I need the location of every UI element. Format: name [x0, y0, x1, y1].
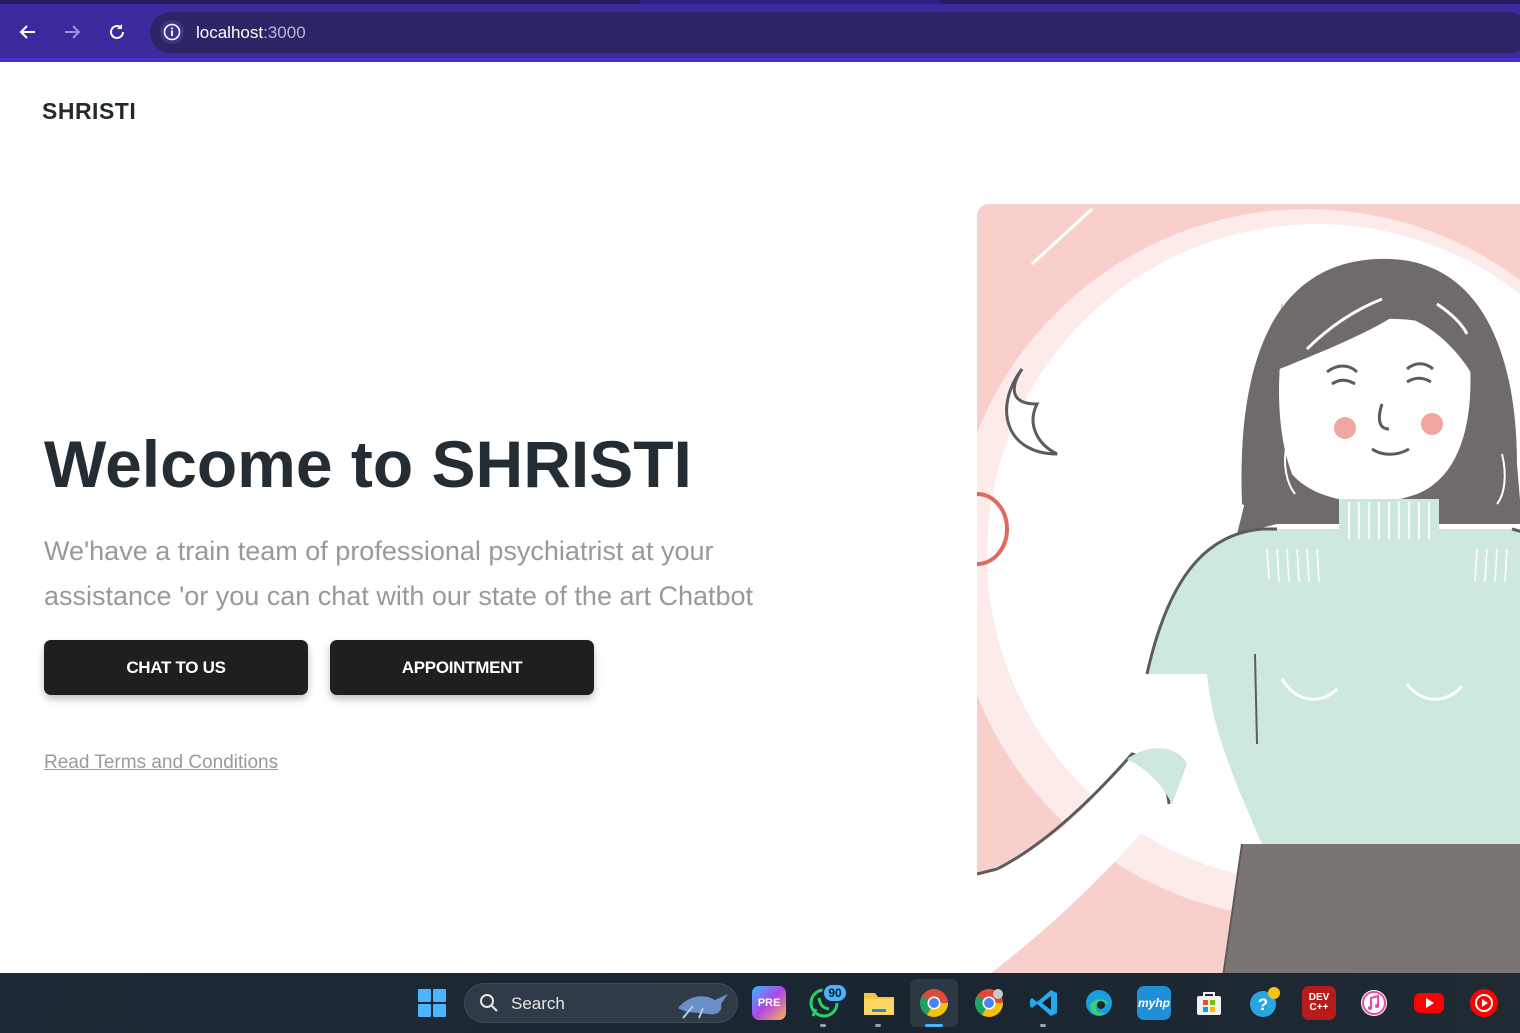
running-indicator — [875, 1024, 881, 1027]
edge-icon[interactable] — [1082, 986, 1116, 1020]
hero-title: Welcome to SHRISTI — [44, 427, 692, 501]
taskbar-search[interactable]: Search — [464, 983, 738, 1023]
address-bar[interactable]: localhost:3000 — [150, 12, 1520, 53]
url-host: localhost — [196, 23, 264, 42]
windows-start-icon[interactable] — [418, 989, 446, 1017]
hero-illustration — [977, 204, 1520, 973]
copilot-icon[interactable]: PRE — [752, 986, 786, 1020]
chat-to-us-button[interactable]: CHAT TO US — [44, 640, 308, 695]
search-highlight-bird-icon — [678, 994, 728, 1019]
devcpp-icon[interactable]: DEV C++ — [1302, 986, 1336, 1020]
site-info-icon[interactable] — [160, 20, 184, 44]
reload-icon — [110, 24, 124, 39]
file-explorer-icon[interactable] — [862, 986, 896, 1020]
youtube-icon[interactable] — [1412, 986, 1446, 1020]
windows-taskbar: Search PRE 90 myhp ? DEV C++ — [0, 973, 1520, 1033]
chrome-icon[interactable] — [917, 986, 951, 1020]
itunes-icon[interactable] — [1357, 986, 1391, 1020]
appointment-button[interactable]: APPOINTMENT — [330, 640, 594, 695]
vscode-icon[interactable] — [1027, 986, 1061, 1020]
forward-arrow-icon — [65, 25, 81, 39]
site-brand[interactable]: SHRISTI — [42, 98, 136, 125]
youtube-music-icon[interactable] — [1467, 986, 1501, 1020]
whatsapp-badge: 90 — [822, 983, 848, 1003]
svg-text:?: ? — [1258, 995, 1268, 1014]
terms-link[interactable]: Read Terms and Conditions — [44, 752, 278, 774]
get-help-icon[interactable]: ? — [1247, 986, 1281, 1020]
chrome-profile-icon[interactable] — [972, 986, 1006, 1020]
browser-tab[interactable] — [0, 0, 640, 4]
microsoft-store-icon[interactable] — [1192, 986, 1226, 1020]
web-page: SHRISTI Welcome to SHRISTI We'have a tra… — [0, 62, 1520, 973]
running-indicator-active — [925, 1024, 943, 1027]
running-indicator — [1040, 1024, 1046, 1027]
browser-toolbar: localhost:3000 — [0, 0, 1520, 62]
running-indicator — [820, 1024, 826, 1027]
search-placeholder: Search — [511, 994, 565, 1013]
hero-subtitle: We'have a train team of professional psy… — [44, 536, 754, 611]
browser-tab[interactable] — [940, 0, 1520, 4]
back-arrow-icon — [19, 25, 35, 39]
forward-button[interactable] — [57, 17, 87, 47]
back-button[interactable] — [13, 17, 43, 47]
reload-button[interactable] — [102, 17, 132, 47]
myhp-icon[interactable]: myhp — [1137, 986, 1171, 1020]
url-text[interactable]: localhost:3000 — [196, 23, 306, 43]
search-icon — [480, 994, 498, 1012]
url-port: :3000 — [263, 23, 306, 42]
